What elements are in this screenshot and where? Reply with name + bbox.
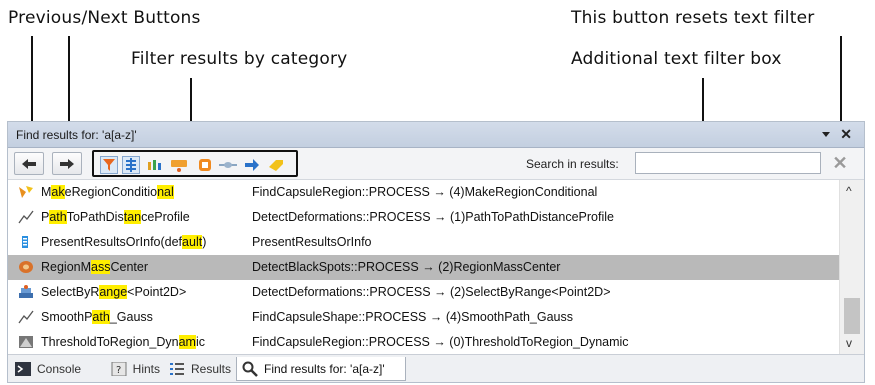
match-highlight: ange xyxy=(99,285,128,299)
svg-text:?: ? xyxy=(116,365,121,376)
info-icon xyxy=(18,235,36,250)
search-in-results-input[interactable] xyxy=(635,152,821,174)
tab-hints[interactable]: ? Hints xyxy=(106,357,160,381)
match-highlight: tan xyxy=(123,210,142,224)
console-icon xyxy=(14,361,32,377)
filter-bars-icon[interactable] xyxy=(146,157,164,173)
name-segment: RegionM xyxy=(41,260,92,274)
match-highlight: ak xyxy=(51,185,65,199)
name-segment: Center xyxy=(110,260,149,274)
find-results-panel: Find results for: 'a[a-z]' ✕ Search in r… xyxy=(7,121,865,383)
panel-title: Find results for: 'a[a-z]' xyxy=(16,128,137,142)
result-location: DetectDeformations::PROCESS → (1)PathToP… xyxy=(252,210,614,224)
reset-filter-icon[interactable]: ✕ xyxy=(831,154,849,172)
region-icon xyxy=(18,260,36,275)
name-segment: SelectByR xyxy=(41,285,100,299)
filter-funnel-icon[interactable] xyxy=(100,156,118,174)
next-callout-line xyxy=(68,36,70,126)
name-segment: ceProfile xyxy=(141,210,190,224)
filter-connector-icon[interactable] xyxy=(219,157,237,173)
panel-menu-caret-icon[interactable] xyxy=(822,132,830,137)
select-icon xyxy=(18,285,36,300)
arrow-left-icon xyxy=(22,158,36,169)
results-list: MakeRegionConditionalFindCapsuleRegion::… xyxy=(8,180,839,354)
filter-stop-icon[interactable] xyxy=(196,157,214,173)
name-segment: eRegionConditio xyxy=(64,185,158,199)
match-highlight: am xyxy=(178,335,196,349)
name-segment: ThresholdToRegion_Dyn xyxy=(41,335,179,349)
region-filter-icon xyxy=(18,185,36,200)
results-icon xyxy=(168,361,186,377)
result-row[interactable]: PathToPathDistanceProfile DetectDeformati… xyxy=(8,205,839,230)
tab-results[interactable]: Results xyxy=(164,357,232,381)
match-highlight: ass xyxy=(91,260,111,274)
result-name: RegionMassCenter xyxy=(41,260,148,274)
category-filter-group xyxy=(92,150,298,177)
result-location: DetectDeformations::PROCESS → (2)SelectB… xyxy=(252,285,611,299)
annotation-text-filter: Additional text filter box xyxy=(571,49,782,69)
match-highlight: nal xyxy=(157,185,174,199)
match-highlight: ath xyxy=(49,210,67,224)
threshold-icon xyxy=(18,335,36,350)
panel-title-bar: Find results for: 'a[a-z]' ✕ xyxy=(8,122,864,148)
filter-macro-icon[interactable] xyxy=(170,157,188,173)
tab-label: Find results for: 'a[a-z]' xyxy=(264,361,385,376)
result-row[interactable]: SelectByRange<Point2D> DetectDeformations… xyxy=(8,280,839,305)
path-icon xyxy=(18,310,36,325)
filter-list-icon[interactable] xyxy=(122,156,140,174)
result-row[interactable]: RegionMassCenter DetectBlackSpots::PROCES… xyxy=(8,255,839,280)
reset-callout-line xyxy=(840,36,842,126)
tab-find[interactable]: Find results for: 'a[a-z]' xyxy=(236,357,406,381)
result-name: PresentResultsOrInfo(default) xyxy=(41,235,206,249)
annotation-reset-filter: This button resets text filter xyxy=(571,8,815,28)
filter-arrow-icon[interactable] xyxy=(243,157,261,173)
scroll-down-icon[interactable]: v xyxy=(846,336,852,350)
result-location: FindCapsuleShape::PROCESS → (4)SmoothPat… xyxy=(252,310,573,324)
name-segment: _Gauss xyxy=(109,310,153,324)
results-toolbar: Search in results: ✕ xyxy=(8,148,864,180)
match-highlight: ath xyxy=(92,310,110,324)
arrow-right-icon xyxy=(60,158,74,169)
result-name: ThresholdToRegion_Dynamic xyxy=(41,335,205,349)
scroll-up-icon[interactable]: ^ xyxy=(846,184,852,198)
prev-callout-line xyxy=(31,36,33,126)
name-segment: PresentResultsOrInfo(def xyxy=(41,235,183,249)
result-name: PathToPathDistanceProfile xyxy=(41,210,190,224)
search-label: Search in results: xyxy=(526,157,619,171)
result-row[interactable]: SmoothPath_Gauss FindCapsuleShape::PROCES… xyxy=(8,305,839,330)
name-segment: ) xyxy=(202,235,207,249)
result-location: FindCapsuleRegion::PROCESS → (4)MakeRegi… xyxy=(252,185,598,199)
name-segment: ic xyxy=(195,335,205,349)
name-segment: <Point2D> xyxy=(127,285,187,299)
result-name: SelectByRange<Point2D> xyxy=(41,285,186,299)
result-row[interactable]: MakeRegionConditional FindCapsuleRegion::… xyxy=(8,180,839,205)
result-name: SmoothPath_Gauss xyxy=(41,310,153,324)
result-row[interactable]: PresentResultsOrInfo(default) PresentResu… xyxy=(8,230,839,255)
search-icon xyxy=(241,361,259,377)
result-location: PresentResultsOrInfo xyxy=(252,235,372,249)
match-highlight: ault xyxy=(182,235,203,249)
tab-label: Hints xyxy=(132,362,160,376)
filter-tag-icon[interactable] xyxy=(267,157,285,173)
result-location: DetectBlackSpots::PROCESS → (2)RegionMas… xyxy=(252,260,561,274)
result-location: FindCapsuleRegion::PROCESS → (0)Threshol… xyxy=(252,335,629,349)
annotation-filter-category: Filter results by category xyxy=(131,49,348,69)
path-icon xyxy=(18,210,36,225)
name-segment: ToPathDis xyxy=(66,210,124,224)
previous-button[interactable] xyxy=(14,152,44,175)
tab-console[interactable]: Console xyxy=(10,357,102,381)
panel-close-icon[interactable]: ✕ xyxy=(840,126,852,143)
result-name: MakeRegionConditional xyxy=(41,185,174,199)
hints-icon: ? xyxy=(110,361,128,377)
name-segment: SmoothP xyxy=(41,310,93,324)
bottom-tab-bar: Console? Hints Results Find results for: 'a… xyxy=(8,354,864,382)
annotation-prev-next: Previous/Next Buttons xyxy=(8,8,201,28)
tab-label: Console xyxy=(37,362,82,376)
name-segment: M xyxy=(41,185,52,199)
scroll-thumb[interactable] xyxy=(844,298,860,334)
tab-label: Results xyxy=(191,362,232,376)
next-button[interactable] xyxy=(52,152,82,175)
result-row[interactable]: ThresholdToRegion_Dynamic FindCapsuleRegi… xyxy=(8,330,839,354)
results-scrollbar[interactable]: ^ v xyxy=(839,180,864,354)
